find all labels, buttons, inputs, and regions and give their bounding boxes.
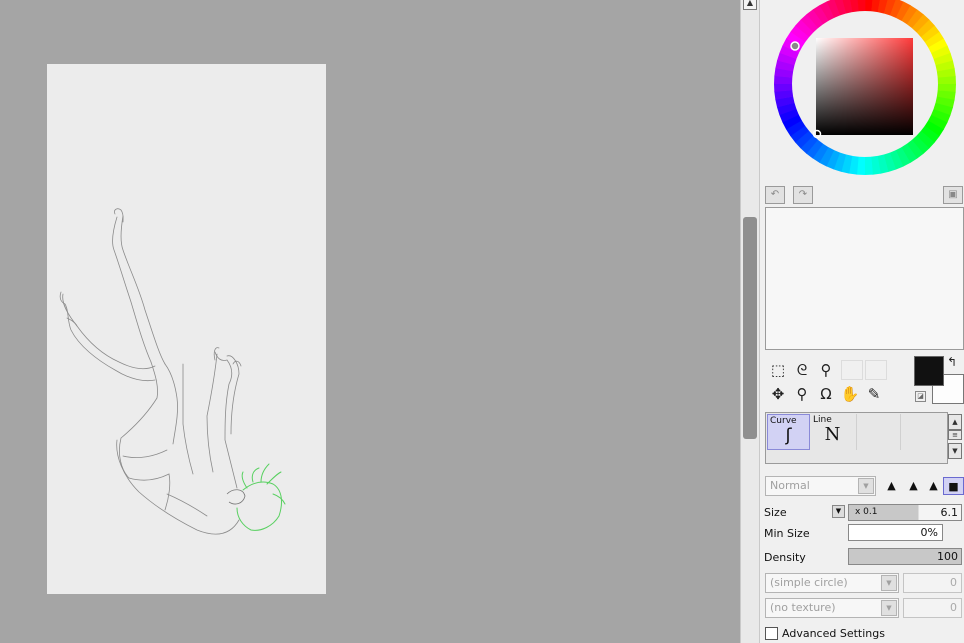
texture-value: (no texture) xyxy=(770,601,836,614)
hand-icon[interactable]: ✋ xyxy=(839,384,861,404)
window-icon: ▣ xyxy=(948,189,958,200)
empty-brush-slot[interactable] xyxy=(856,414,899,450)
density-value: 100 xyxy=(937,550,958,563)
zoom-icon[interactable]: ⚲ xyxy=(791,384,813,404)
advanced-settings-checkbox[interactable] xyxy=(765,627,778,640)
brush-shape-select[interactable]: (simple circle) ▼ xyxy=(765,573,899,593)
redo-icon: ↷ xyxy=(798,189,808,200)
scroll-up-arrow-icon[interactable]: ▲ xyxy=(743,0,757,10)
chevron-down-icon: ▼ xyxy=(881,575,897,591)
brush-slot-curve[interactable]: Curve ʃ xyxy=(767,414,810,450)
redo-button[interactable]: ↷ xyxy=(793,186,813,204)
blend-mode-value: Normal xyxy=(770,479,810,492)
color-wheel[interactable] xyxy=(773,0,957,184)
drawing-canvas[interactable] xyxy=(47,64,326,594)
brush-scroll-down-icon[interactable]: ▼ xyxy=(948,443,962,459)
empty-tool-slot xyxy=(841,360,863,380)
brush-scroll-middle[interactable]: ≡ xyxy=(948,430,962,440)
curve-icon: ʃ xyxy=(785,425,792,446)
texture-select[interactable]: (no texture) ▼ xyxy=(765,598,899,618)
min-size-label: Min Size xyxy=(764,527,810,540)
empty-brush-slot[interactable] xyxy=(900,414,943,450)
texture-amount[interactable]: 0 xyxy=(903,598,962,618)
brush-shape-flat-icon[interactable]: ■ xyxy=(943,477,964,495)
reset-colors-icon[interactable]: ◪ xyxy=(915,391,926,402)
sketch-drawing xyxy=(59,208,286,535)
eyedropper-icon[interactable]: ✎ xyxy=(863,384,885,404)
size-multiplier-dropdown-icon[interactable]: ▼ xyxy=(832,505,845,518)
foreground-color-swatch[interactable] xyxy=(914,356,944,386)
undo-icon: ↶ xyxy=(770,189,780,200)
brush-shape-medium-icon[interactable]: ▲ xyxy=(903,477,924,495)
chevron-down-icon: ▼ xyxy=(881,600,897,616)
density-label: Density xyxy=(764,551,806,564)
brush-shape-amount-value: 0 xyxy=(950,576,957,589)
move-icon[interactable]: ✥ xyxy=(767,384,789,404)
rotate-icon[interactable]: Ω xyxy=(815,384,837,404)
lasso-icon[interactable]: ᘓ xyxy=(791,360,813,380)
saturation-value-shade xyxy=(816,38,913,135)
brush-palette: Curve ʃ Line N xyxy=(765,412,948,464)
min-size-slider[interactable]: 0% xyxy=(848,524,943,541)
undo-button[interactable]: ↶ xyxy=(765,186,785,204)
rect-select-icon[interactable]: ⬚ xyxy=(767,360,789,380)
brush-shape-value: (simple circle) xyxy=(770,576,848,589)
brush-slot-line[interactable]: Line N xyxy=(811,414,854,450)
blend-mode-select[interactable]: Normal ▼ xyxy=(765,476,876,496)
chevron-down-icon: ▼ xyxy=(858,478,874,494)
side-panel: ↶ ↷ ▣ ⬚ ᘓ ⚲ ✥ ⚲ Ω ✋ ✎ ↰ ◪ Curve ʃ Line N… xyxy=(760,0,964,643)
vertical-scrollbar[interactable]: ▲ xyxy=(740,0,760,643)
brush-scroll-up-icon[interactable]: ▲ xyxy=(948,414,962,430)
hue-marker[interactable] xyxy=(790,41,800,51)
line-icon: N xyxy=(824,424,841,445)
advanced-settings-label: Advanced Settings xyxy=(782,627,885,640)
size-slider[interactable]: x 0.1 6.1 xyxy=(848,504,962,521)
swap-colors-icon[interactable]: ↰ xyxy=(947,355,957,369)
scrollbar-thumb[interactable] xyxy=(743,217,757,439)
empty-tool-slot xyxy=(865,360,887,380)
texture-amount-value: 0 xyxy=(950,601,957,614)
magic-wand-icon[interactable]: ⚲ xyxy=(815,360,837,380)
brush-shape-amount[interactable]: 0 xyxy=(903,573,962,593)
brush-shape-hard-icon[interactable]: ▲ xyxy=(881,477,902,495)
density-slider[interactable]: 100 xyxy=(848,548,962,565)
workspace xyxy=(0,0,740,643)
size-value: 6.1 xyxy=(940,506,959,519)
history-panel[interactable] xyxy=(765,207,964,350)
size-label: Size xyxy=(764,506,787,519)
min-size-value: 0% xyxy=(920,526,938,539)
brush-shape-soft-icon[interactable]: ▲ xyxy=(923,477,944,495)
panel-option-button[interactable]: ▣ xyxy=(943,186,963,204)
size-multiplier: x 0.1 xyxy=(855,507,878,517)
